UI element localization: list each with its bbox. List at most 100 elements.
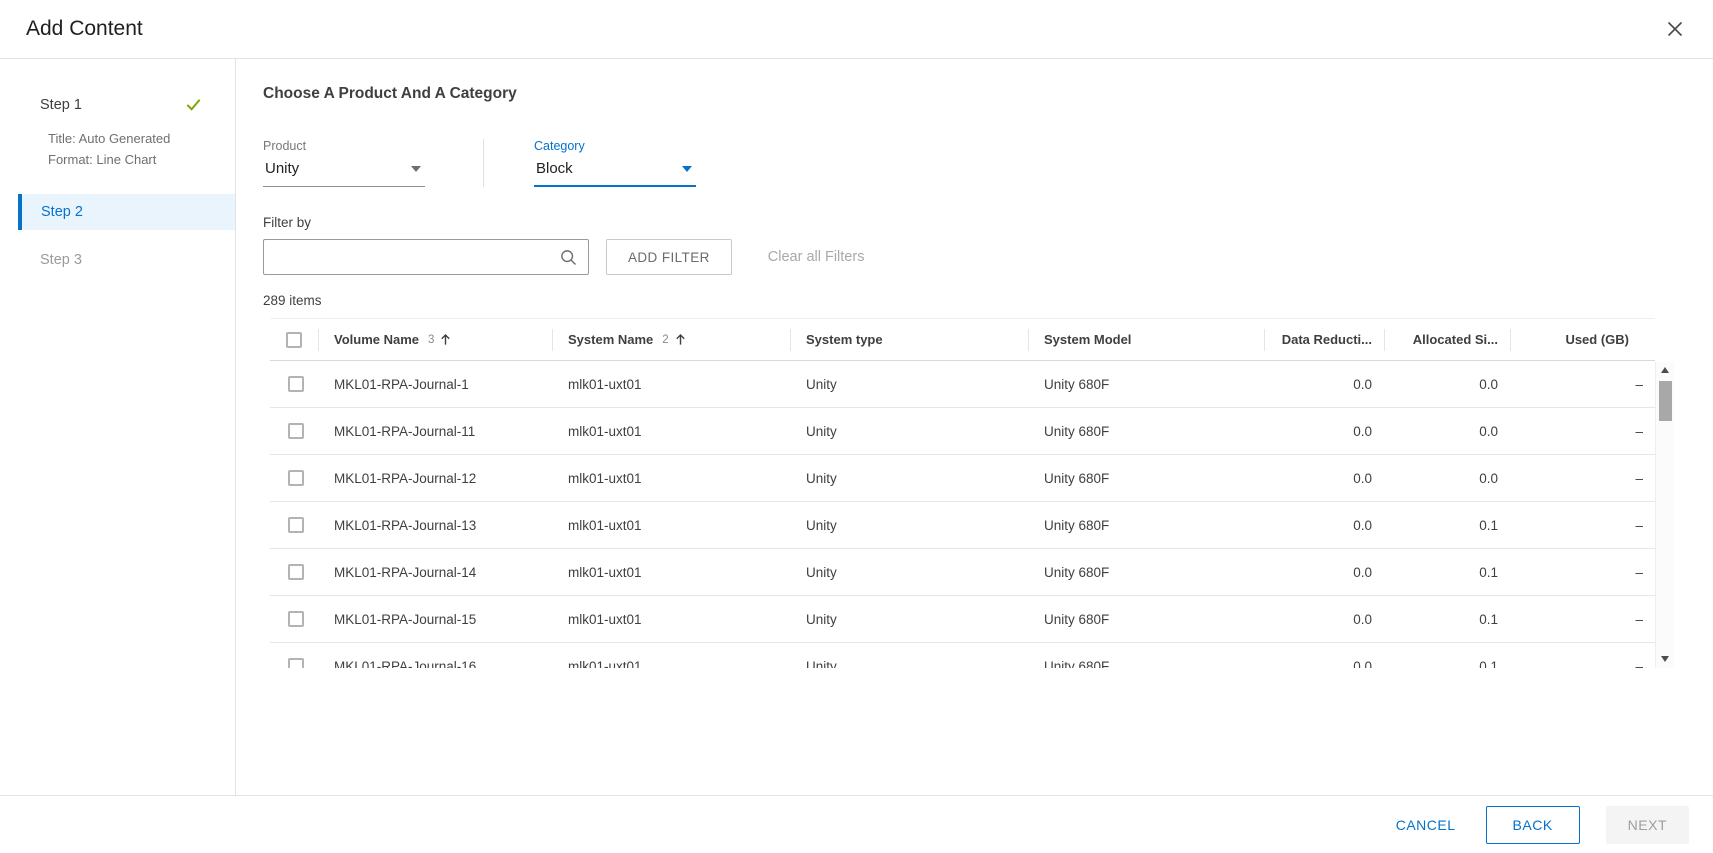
row-checkbox[interactable] [288,423,304,439]
dialog-header: Add Content [0,0,1713,59]
cell-used_gb: – [1510,455,1655,501]
step-complete-check-icon [184,95,203,114]
cell-system_type: Unity [790,408,1028,454]
column-header-system-model[interactable]: System Model [1028,319,1264,360]
step1-summary: Title: Auto Generated Format: Line Chart [0,114,235,170]
row-checkbox[interactable] [288,658,304,668]
close-button[interactable] [1663,17,1687,41]
sort-order-badge: 2 [662,334,668,346]
header-checkbox-cell [270,319,318,360]
row-checkbox[interactable] [288,376,304,392]
step1-title-line: Title: Auto Generated [48,128,235,149]
cell-used_gb: – [1510,502,1655,548]
select-row: Product Unity Category Block [263,139,1713,187]
cell-data_reduction: 0.0 [1264,408,1384,454]
row-checkbox[interactable] [288,564,304,580]
column-header-volume-name[interactable]: Volume Name 3 [318,319,552,360]
cell-allocated_size: 0.1 [1384,596,1510,642]
cell-data_reduction: 0.0 [1264,502,1384,548]
cell-system_model: Unity 680F [1028,408,1264,454]
search-icon[interactable] [559,248,578,267]
column-header-system-name[interactable]: System Name 2 [552,319,790,360]
table-row[interactable]: MKL01-RPA-Journal-13mlk01-uxt01UnityUnit… [270,502,1655,549]
cell-used_gb: – [1510,643,1655,668]
column-header-data-reduction[interactable]: Data Reducti... [1264,319,1384,360]
cell-allocated_size: 0.0 [1384,361,1510,407]
add-content-dialog: Add Content Step 1 Title: Auto Generated… [0,0,1713,853]
table-row[interactable]: MKL01-RPA-Journal-1mlk01-uxt01UnityUnity… [270,361,1655,408]
cancel-button[interactable]: CANCEL [1396,817,1456,833]
row-checkbox-cell [270,596,318,642]
column-header-allocated-size[interactable]: Allocated Si... [1384,319,1510,360]
cell-allocated_size: 0.1 [1384,549,1510,595]
dialog-body: Step 1 Title: Auto Generated Format: Lin… [0,59,1713,795]
select-all-checkbox[interactable] [286,332,302,348]
cell-allocated_size: 0.0 [1384,455,1510,501]
chevron-down-icon [411,166,421,172]
cell-allocated_size: 0.1 [1384,643,1510,668]
scroll-down-button[interactable] [1656,651,1674,667]
cell-data_reduction: 0.0 [1264,643,1384,668]
sort-order-badge: 3 [428,334,434,346]
cell-system_name: mlk01-uxt01 [552,455,790,501]
cell-system_model: Unity 680F [1028,502,1264,548]
cell-volume_name: MKL01-RPA-Journal-12 [318,455,552,501]
sidebar-item-step1[interactable]: Step 1 [0,95,235,114]
cell-system_name: mlk01-uxt01 [552,361,790,407]
table-row[interactable]: MKL01-RPA-Journal-14mlk01-uxt01UnityUnit… [270,549,1655,596]
table-row[interactable]: MKL01-RPA-Journal-16mlk01-uxt01UnityUnit… [270,643,1655,668]
wizard-sidebar: Step 1 Title: Auto Generated Format: Lin… [0,59,236,795]
cell-used_gb: – [1510,408,1655,454]
row-checkbox[interactable] [288,611,304,627]
row-checkbox[interactable] [288,470,304,486]
category-select-group: Category Block [534,139,696,187]
row-checkbox[interactable] [288,517,304,533]
product-value: Unity [265,160,299,177]
row-checkbox-cell [270,455,318,501]
sidebar-item-step2[interactable]: Step 2 [18,194,235,230]
cell-system_type: Unity [790,361,1028,407]
cell-system_type: Unity [790,455,1028,501]
sidebar-item-step3: Step 3 [0,242,235,278]
table-main: Volume Name 3 System Name 2 [270,318,1655,668]
cell-data_reduction: 0.0 [1264,549,1384,595]
cell-system_type: Unity [790,596,1028,642]
product-select-group: Product Unity [263,139,425,187]
back-button[interactable]: BACK [1486,806,1580,844]
scroll-up-button[interactable] [1656,362,1674,378]
category-label: Category [534,139,696,153]
category-value: Block [536,160,573,177]
column-label: Volume Name [334,332,419,347]
step2-content: Choose A Product And A Category Product … [236,59,1713,795]
clear-all-filters-button: Clear all Filters [768,249,865,265]
cell-system_name: mlk01-uxt01 [552,408,790,454]
product-select[interactable]: Unity [263,160,425,187]
row-checkbox-cell [270,408,318,454]
scrollbar-thumb[interactable] [1659,381,1672,421]
sort-asc-icon [673,332,688,347]
table-row[interactable]: MKL01-RPA-Journal-12mlk01-uxt01UnityUnit… [270,455,1655,502]
cell-system_name: mlk01-uxt01 [552,549,790,595]
product-label: Product [263,139,425,153]
step1-label: Step 1 [40,97,82,113]
column-header-used-gb[interactable]: Used (GB) [1510,319,1655,360]
table-row[interactable]: MKL01-RPA-Journal-11mlk01-uxt01UnityUnit… [270,408,1655,455]
chevron-down-icon [682,166,692,172]
column-header-system-type[interactable]: System type [790,319,1028,360]
table-row[interactable]: MKL01-RPA-Journal-15mlk01-uxt01UnityUnit… [270,596,1655,643]
step1-format-line: Format: Line Chart [48,149,235,170]
category-select[interactable]: Block [534,160,696,187]
cell-data_reduction: 0.0 [1264,596,1384,642]
table-scrollbar[interactable] [1655,362,1674,668]
cell-system_model: Unity 680F [1028,549,1264,595]
dialog-footer: CANCEL BACK NEXT [0,795,1713,853]
row-checkbox-cell [270,643,318,668]
cell-volume_name: MKL01-RPA-Journal-13 [318,502,552,548]
add-filter-button[interactable]: ADD FILTER [606,239,732,275]
search-input[interactable] [276,249,559,265]
row-checkbox-cell [270,502,318,548]
vertical-divider [483,139,484,187]
cell-volume_name: MKL01-RPA-Journal-14 [318,549,552,595]
cell-system_type: Unity [790,643,1028,668]
filter-row: ADD FILTER Clear all Filters [263,239,1713,275]
